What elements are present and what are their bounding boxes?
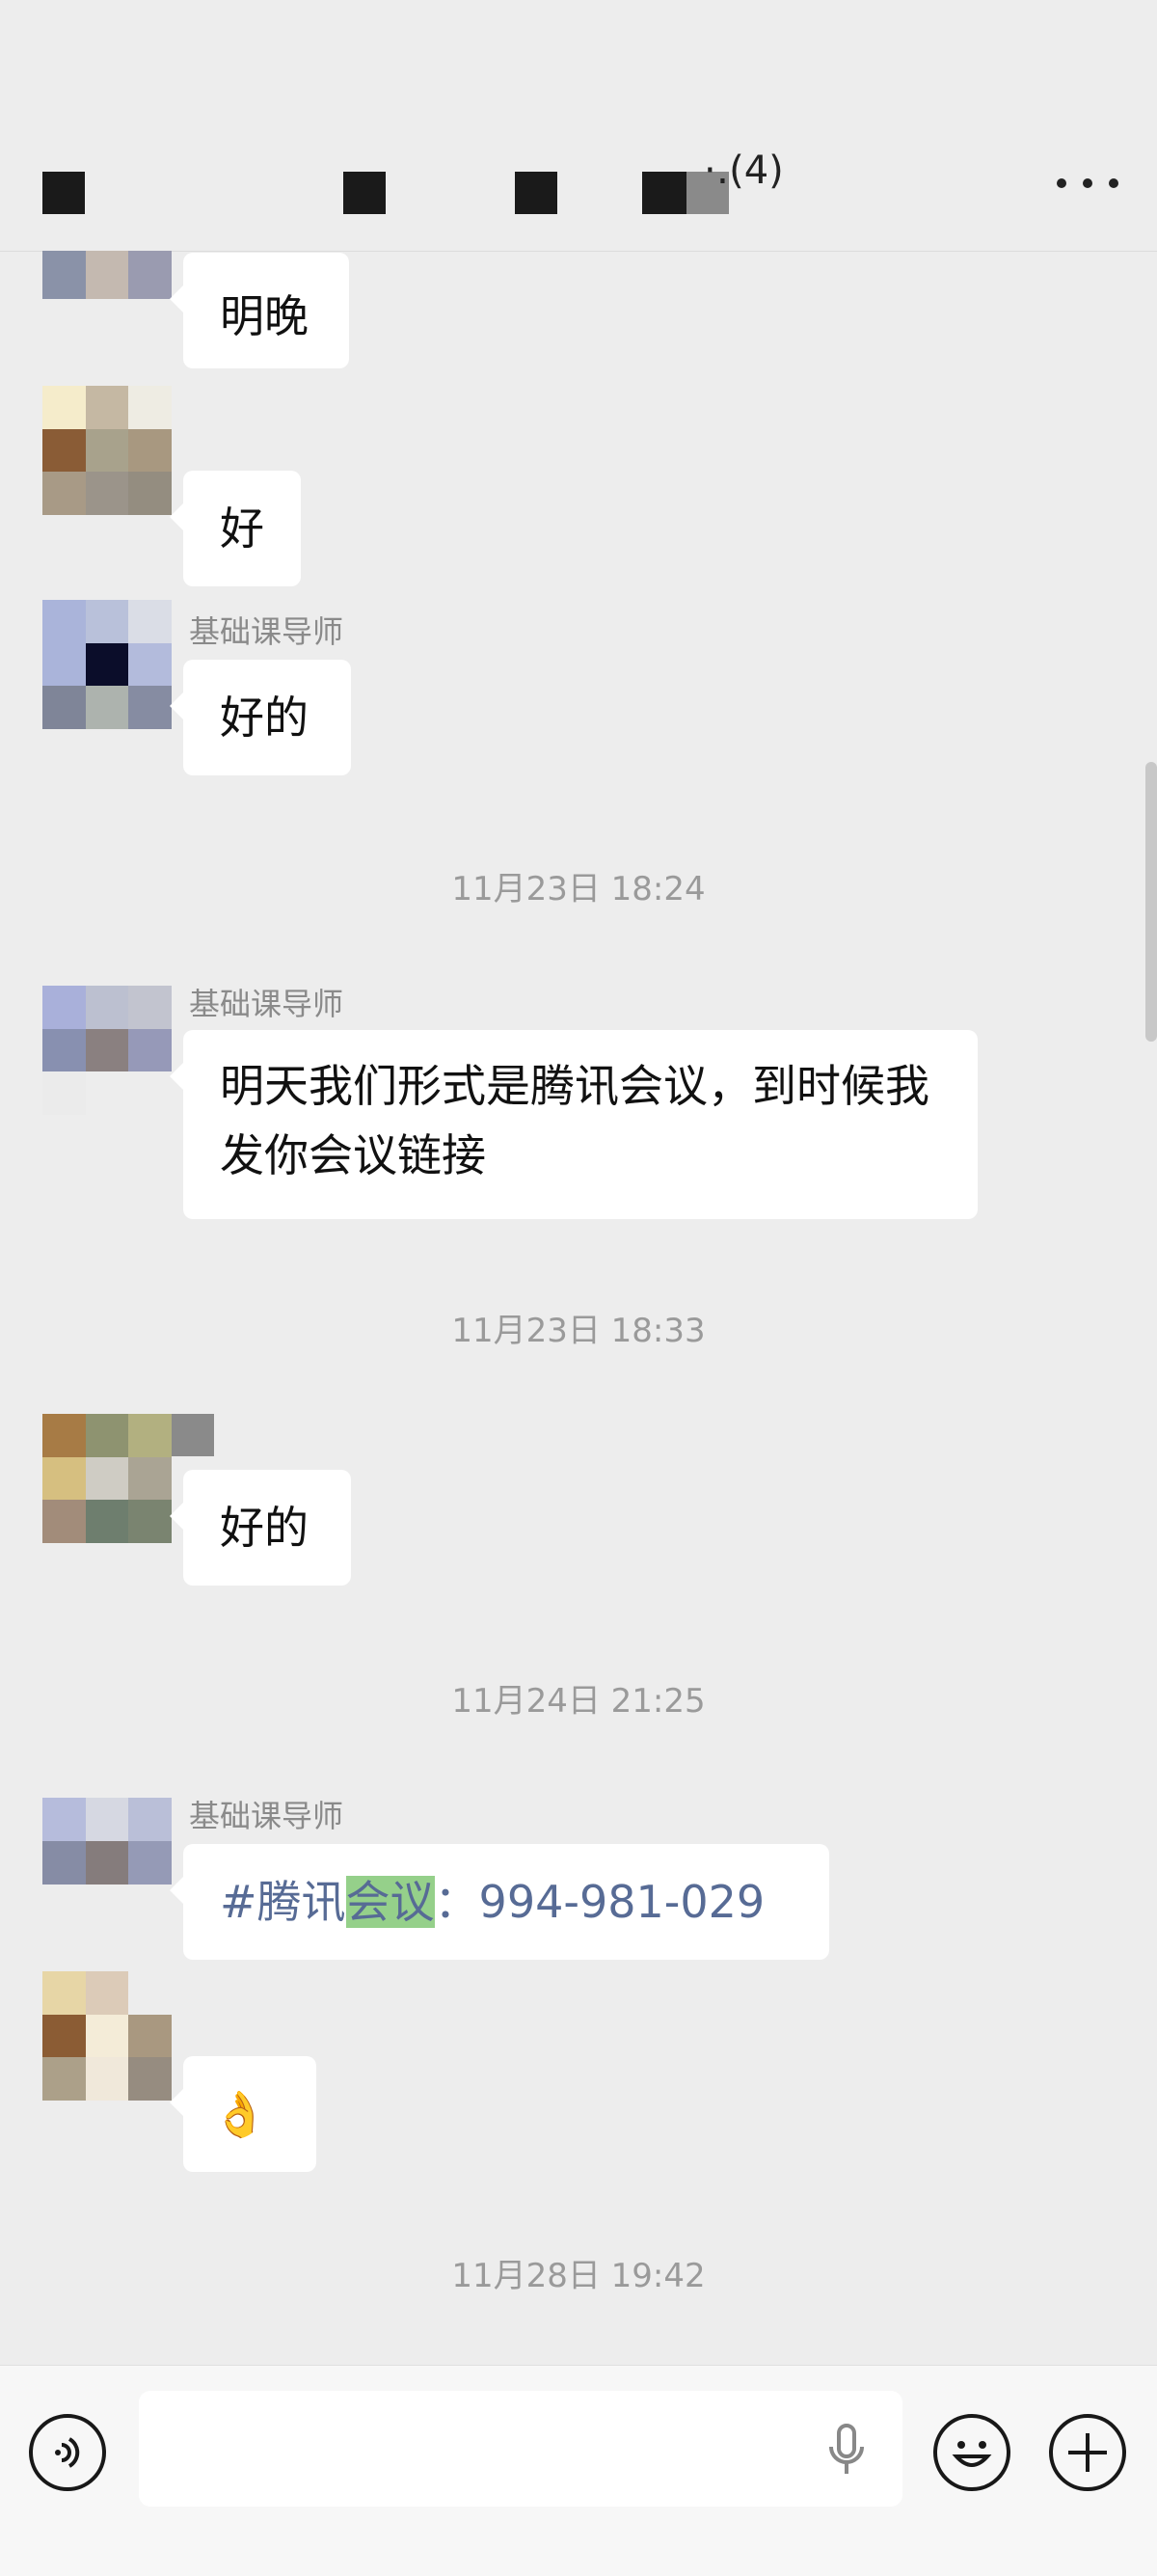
avatar[interactable]	[42, 986, 172, 1115]
more-icon[interactable]	[1057, 164, 1118, 203]
input-bar	[0, 2365, 1157, 2576]
redacted-title-block	[515, 172, 557, 214]
microphone-icon[interactable]	[825, 2422, 868, 2480]
plus-icon[interactable]	[1049, 2414, 1126, 2491]
avatar[interactable]	[42, 251, 172, 299]
timestamp: 11月28日 19:42	[451, 2257, 706, 2295]
sender-name: 基础课导师	[189, 613, 344, 650]
timestamp: 11月24日 21:25	[451, 1682, 706, 1721]
search-highlight[interactable]: 会议	[345, 1876, 435, 1928]
avatar[interactable]	[42, 1798, 172, 1885]
message-list[interactable]: 明晚 好 基础课导师 好的 11月23日 18:24 基础课导师 明天我们形式是…	[0, 251, 1157, 2363]
message-bubble[interactable]: #腾讯会议：994-981-029	[170, 1844, 829, 1960]
message-bubble[interactable]: 明天我们形式是腾讯会议，到时候我发你会议链接	[170, 1030, 978, 1219]
status-bar	[0, 0, 1157, 145]
chat-header: ·․(4)	[0, 145, 1157, 252]
redacted-back-button[interactable]	[42, 172, 85, 214]
message-bubble[interactable]: 好的	[170, 660, 351, 775]
meeting-id-link[interactable]: ：994-981-029	[435, 1876, 766, 1928]
avatar[interactable]	[42, 600, 172, 729]
avatar[interactable]	[42, 1414, 172, 1543]
emoji-icon[interactable]	[933, 2414, 1010, 2491]
sender-name: 基础课导师	[189, 986, 344, 1022]
redacted-sender-name	[172, 1414, 214, 1456]
timestamp: 11月23日 18:24	[451, 870, 706, 908]
sender-name: 基础课导师	[189, 1798, 344, 1834]
message-input[interactable]	[139, 2391, 902, 2507]
avatar[interactable]	[42, 386, 172, 515]
message-bubble[interactable]: 明晚	[170, 253, 349, 368]
message-bubble[interactable]: 好	[170, 471, 301, 586]
message-bubble[interactable]: 👌	[170, 2056, 316, 2172]
chat-title: ·․(4)	[704, 149, 784, 193]
redacted-title-block	[642, 172, 686, 214]
hashtag-link[interactable]: #腾讯	[220, 1876, 346, 1928]
voice-icon[interactable]	[29, 2414, 106, 2491]
redacted-title-block	[343, 172, 386, 214]
timestamp: 11月23日 18:33	[451, 1312, 706, 1350]
message-bubble[interactable]: 好的	[170, 1470, 351, 1586]
avatar[interactable]	[42, 1971, 172, 2101]
